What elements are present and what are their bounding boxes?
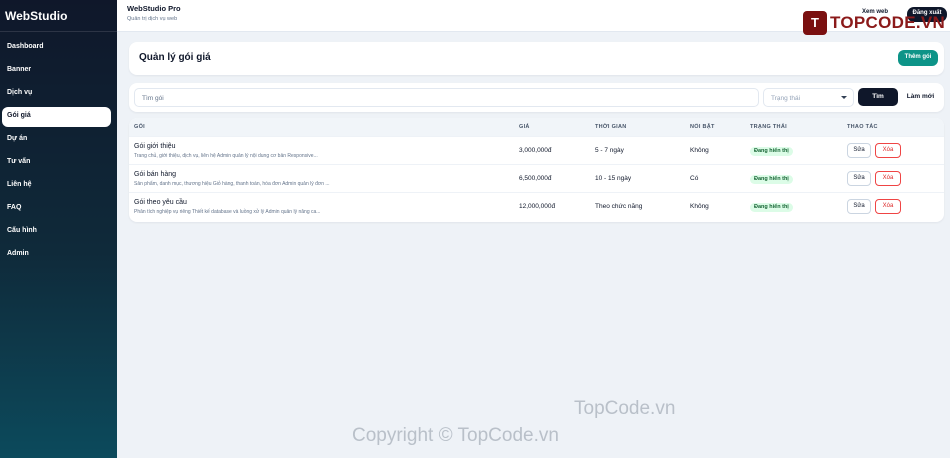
topcode-logo-text: TOPCODE.VN — [830, 13, 946, 32]
package-price: 3,000,000đ — [519, 147, 552, 154]
sidebar-item-config[interactable]: Cấu hình — [2, 222, 111, 242]
edit-button[interactable]: Sửa — [847, 199, 871, 214]
package-time: 5 - 7 ngày — [595, 147, 624, 154]
table-row: Gói theo yêu cầu Phân tích nghiệp vụ riê… — [129, 192, 944, 220]
column-header: GIÁ — [519, 124, 530, 130]
sidebar-item-faq[interactable]: FAQ — [2, 199, 111, 219]
status-select[interactable]: Trạng thái — [763, 88, 854, 107]
sidebar-item-contact[interactable]: Liên hệ — [2, 176, 111, 196]
table-row: Gói bán hàng Sản phẩm, danh mục, thương … — [129, 164, 944, 192]
sidebar-item-admin[interactable]: Admin — [2, 245, 111, 265]
column-header: THAO TÁC — [847, 124, 878, 130]
package-price: 6,500,000đ — [519, 175, 552, 182]
status-select-placeholder: Trạng thái — [771, 95, 801, 102]
package-featured: Không — [690, 147, 709, 154]
watermark-copyright: Copyright © TopCode.vn — [352, 425, 559, 446]
table-header: GÓI GIÁ THỜI GIAN NỔI BẬT TRẠNG THÁI THA… — [129, 118, 944, 136]
package-time: 10 - 15 ngày — [595, 175, 632, 182]
package-name: Gói bán hàng — [134, 171, 177, 178]
sidebar-item-consult[interactable]: Tư vấn — [2, 153, 111, 173]
package-description: Trang chủ, giới thiệu, dịch vụ, liên hệ … — [134, 153, 318, 159]
page-title: Quản lý gói giá — [139, 52, 211, 63]
delete-button[interactable]: Xóa — [875, 171, 901, 186]
page-header-card: Quản lý gói giá Thêm gói — [129, 42, 944, 75]
package-name: Gói giới thiệu — [134, 143, 176, 150]
topcode-logo: T TOPCODE.VN — [803, 9, 948, 37]
sidebar-item-dashboard[interactable]: Dashboard — [2, 38, 111, 58]
status-badge: Đang hiển thị — [750, 147, 793, 156]
delete-button[interactable]: Xóa — [875, 143, 901, 158]
app-subtitle: Quản trị dịch vụ web — [127, 16, 178, 22]
package-description: Phân tích nghiệp vụ riêng Thiết kế datab… — [134, 209, 321, 215]
add-package-button[interactable]: Thêm gói — [898, 50, 938, 66]
sidebar-item-pricing[interactable]: Gói giá — [2, 107, 111, 127]
package-featured: Không — [690, 203, 709, 210]
chevron-down-icon — [841, 96, 847, 99]
filter-bar: Tìm gói Trạng thái Tìm Làm mới — [129, 83, 944, 112]
status-badge: Đang hiển thị — [750, 203, 793, 212]
reset-button[interactable]: Làm mới — [900, 88, 941, 106]
package-featured: Có — [690, 175, 699, 182]
column-header: NỔI BẬT — [690, 124, 715, 130]
sidebar-item-projects[interactable]: Dự án — [2, 130, 111, 150]
package-time: Theo chức năng — [595, 203, 643, 210]
edit-button[interactable]: Sửa — [847, 143, 871, 158]
sidebar: WebStudio Dashboard Banner Dịch vụ Gói g… — [0, 0, 117, 458]
sidebar-item-services[interactable]: Dịch vụ — [2, 84, 111, 104]
package-price: 12,000,000đ — [519, 203, 556, 210]
delete-button[interactable]: Xóa — [875, 199, 901, 214]
brand-logo: WebStudio — [0, 0, 117, 32]
edit-button[interactable]: Sửa — [847, 171, 871, 186]
topcode-logo-icon: T — [803, 11, 827, 35]
package-description: Sản phẩm, danh mục, thương hiệu Giỏ hàng… — [134, 181, 330, 187]
table-row: Gói giới thiệu Trang chủ, giới thiệu, dị… — [129, 136, 944, 164]
app-title: WebStudio Pro — [127, 4, 181, 13]
column-header: TRẠNG THÁI — [750, 124, 787, 130]
sidebar-item-banner[interactable]: Banner — [2, 61, 111, 81]
status-badge: Đang hiển thị — [750, 175, 793, 184]
package-name: Gói theo yêu cầu — [134, 199, 187, 206]
watermark-text: TopCode.vn — [574, 398, 676, 419]
column-header: THỜI GIAN — [595, 124, 627, 130]
search-button[interactable]: Tìm — [858, 88, 898, 106]
search-input[interactable]: Tìm gói — [134, 88, 759, 107]
column-header: GÓI — [134, 124, 145, 130]
pricing-table: GÓI GIÁ THỜI GIAN NỔI BẬT TRẠNG THÁI THA… — [129, 118, 944, 222]
